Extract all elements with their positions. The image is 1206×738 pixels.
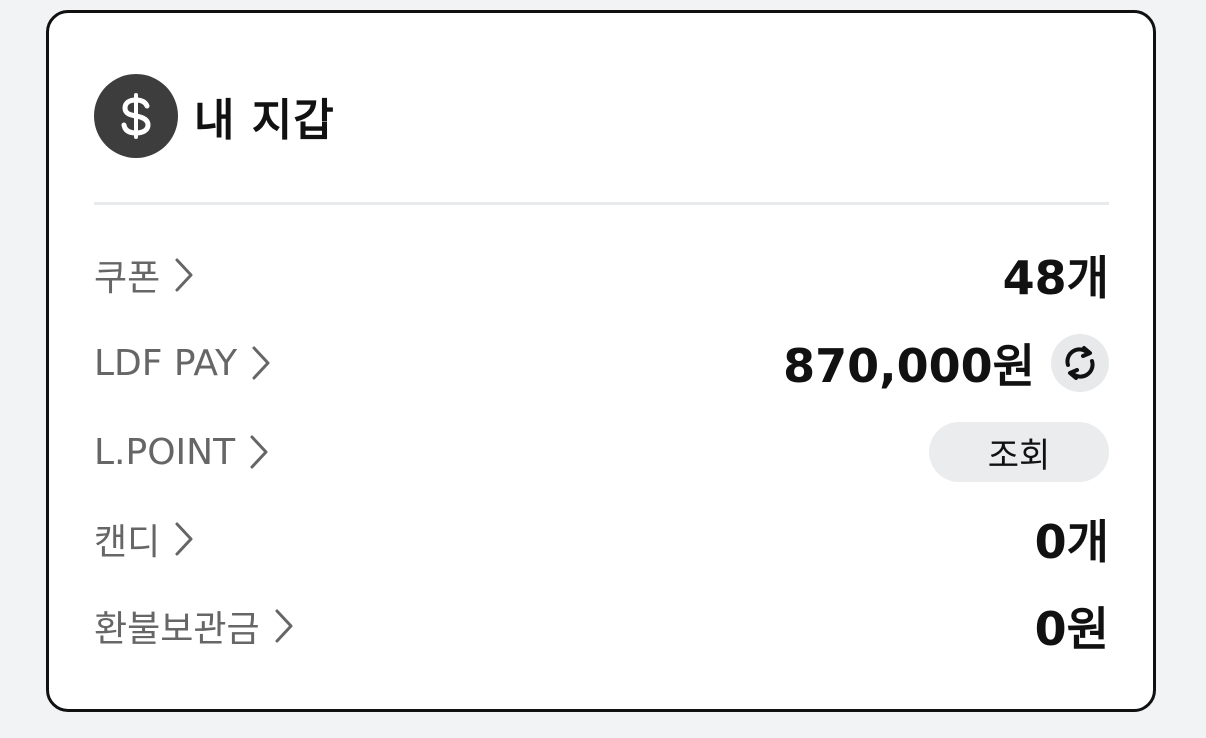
candy-row: 캔디 0개	[94, 509, 1109, 569]
wallet-card: 내 지갑 쿠폰 48개 LDF PAY 870,000원 L.POINT 조회 …	[46, 10, 1156, 712]
ldf-pay-balance: 870,000원	[783, 339, 1035, 393]
refund-deposit-amount: 0원	[1034, 602, 1109, 656]
ldf-pay-value-group: 870,000원	[783, 330, 1109, 396]
refund-deposit-link[interactable]: 환불보관금	[94, 600, 294, 652]
candy-count: 0개	[1034, 515, 1109, 569]
chevron-right-icon	[174, 521, 194, 557]
wallet-header: 내 지갑	[94, 73, 335, 159]
chevron-right-icon	[251, 345, 271, 381]
coupon-link[interactable]: 쿠폰	[94, 249, 194, 301]
ldf-pay-row: LDF PAY 870,000원	[94, 333, 1109, 393]
coupon-count: 48개	[1002, 251, 1109, 305]
coupon-row: 쿠폰 48개	[94, 245, 1109, 305]
chevron-right-icon	[174, 257, 194, 293]
coupon-label: 쿠폰	[94, 258, 161, 299]
dollar-coin-icon	[94, 74, 178, 158]
lpoint-query-button[interactable]: 조회	[929, 422, 1109, 482]
candy-link[interactable]: 캔디	[94, 513, 194, 565]
wallet-title: 내 지갑	[194, 95, 335, 146]
lpoint-label: L.POINT	[94, 431, 236, 473]
chevron-right-icon	[274, 608, 294, 644]
refresh-button[interactable]	[1051, 334, 1109, 392]
ldf-pay-link[interactable]: LDF PAY	[94, 343, 271, 384]
lpoint-row: L.POINT 조회	[94, 422, 1109, 482]
refund-deposit-row: 환불보관금 0원	[94, 596, 1109, 656]
header-divider	[94, 202, 1109, 205]
chevron-right-icon	[249, 434, 269, 470]
refund-deposit-label: 환불보관금	[94, 609, 260, 650]
candy-label: 캔디	[94, 522, 161, 563]
ldf-pay-label: LDF PAY	[94, 342, 238, 384]
refresh-icon	[1065, 346, 1095, 380]
lpoint-link[interactable]: L.POINT	[94, 432, 269, 473]
